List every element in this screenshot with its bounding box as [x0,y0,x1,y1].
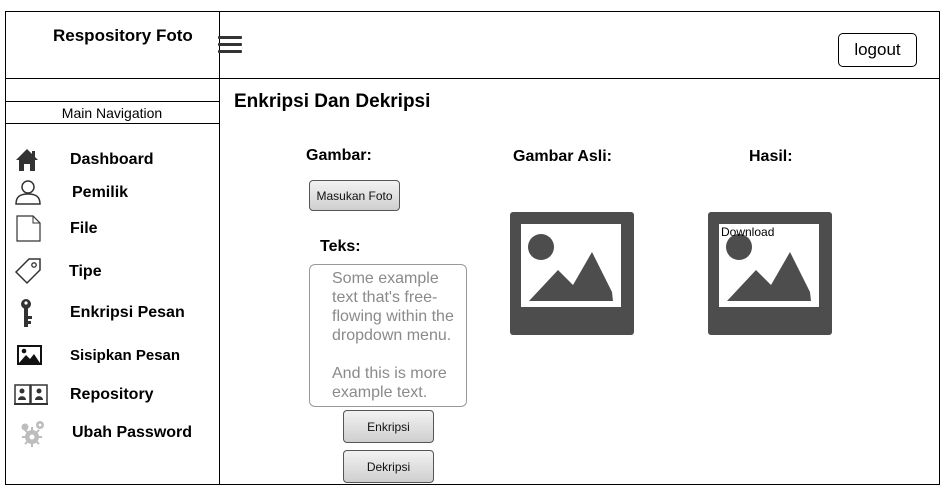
sidebar-item-label: Ubah Password [72,424,193,441]
text-paragraph: Some example text that's free-flowing wi… [332,270,454,344]
logout-button[interactable]: logout [838,33,917,67]
sidebar-item-label: Dashboard [70,151,154,168]
key-icon [12,298,46,328]
original-image-label: Gambar Asli: [513,148,612,165]
page-title: Enkripsi Dan Dekripsi [234,91,431,112]
sidebar-item-ubah-password[interactable]: Ubah Password [12,418,217,450]
tag-icon [12,256,46,286]
hamburger-icon[interactable] [218,36,242,53]
text-input[interactable]: Some example text that's free-flowing wi… [309,264,467,407]
header-divider [5,78,940,79]
user-icon [12,178,46,208]
sidebar-item-label: Repository [70,386,154,403]
image-icon [12,342,46,372]
sidebar-item-sisipkan-pesan[interactable]: Sisipkan Pesan [12,342,217,374]
download-link[interactable]: Download [721,225,774,239]
sidebar-title: Main Navigation [5,101,219,124]
sidebar-item-label: File [70,220,98,237]
result-label: Hasil: [749,148,793,165]
app-title: Respository Foto [53,26,193,45]
file-icon [12,214,46,244]
sidebar-item-file[interactable]: File [12,214,217,246]
sidebar-item-label: Enkripsi Pesan [70,304,185,321]
sidebar-item-tipe[interactable]: Tipe [12,256,217,288]
original-image-placeholder [510,212,634,335]
encrypt-button[interactable]: Enkripsi [343,410,434,443]
upload-photo-button[interactable]: Masukan Foto [309,180,400,211]
teks-label: Teks: [320,238,361,255]
sidebar-item-enkripsi-pesan[interactable]: Enkripsi Pesan [12,298,217,330]
sidebar-item-label: Tipe [69,263,102,280]
sidebar-item-label: Sisipkan Pesan [70,347,181,364]
contacts-book-icon [12,380,48,410]
gambar-label: Gambar: [306,147,372,164]
sidebar-divider [219,11,220,485]
sidebar-item-repository[interactable]: Repository [12,380,217,412]
decrypt-button[interactable]: Dekripsi [343,450,434,483]
gears-icon [12,418,46,448]
sidebar-item-label: Pemilik [72,184,129,201]
home-icon [12,145,46,175]
sidebar-item-dashboard[interactable]: Dashboard [12,145,217,177]
text-paragraph: And this is more example text. [332,365,447,401]
sidebar-item-pemilik[interactable]: Pemilik [12,178,217,210]
